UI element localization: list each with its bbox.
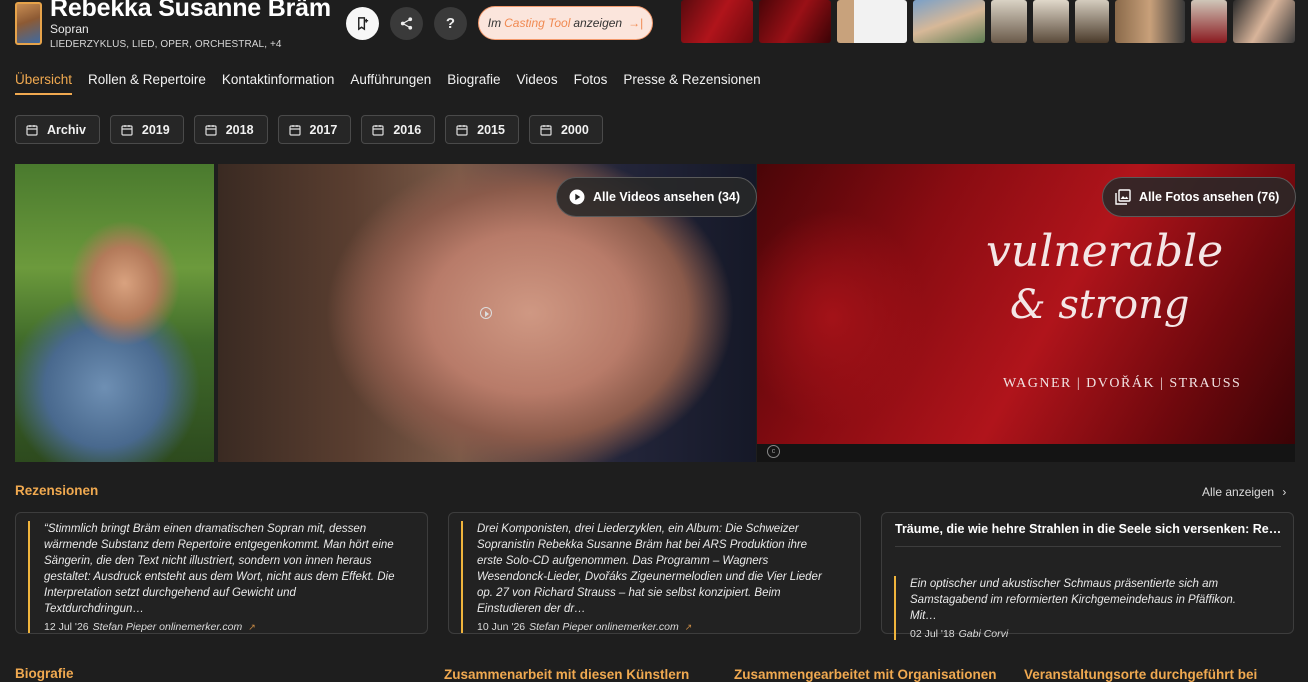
artist-name: Rebekka Susanne Bräm xyxy=(50,0,331,22)
year-chip-label: 2018 xyxy=(225,122,254,137)
tab-presse-rezensionen[interactable]: Presse & Rezensionen xyxy=(623,72,760,95)
year-chip-label: 2017 xyxy=(309,122,338,137)
reviews-title: Rezensionen xyxy=(15,483,99,498)
review-title: Träume, die wie hehre Strahlen in die Se… xyxy=(895,522,1282,536)
tab-fotos[interactable]: Fotos xyxy=(574,72,608,95)
year-chip-label: 2000 xyxy=(560,122,589,137)
chevron-right-icon: › xyxy=(1282,485,1287,499)
artist-header: Rebekka Susanne Bräm Sopran LIEDERZYKLUS… xyxy=(0,0,1308,58)
year-chip-2017[interactable]: 2017 xyxy=(277,115,352,144)
calendar-icon xyxy=(26,124,38,136)
section-tabs: Übersicht Rollen & Repertoire Kontaktinf… xyxy=(15,72,761,95)
calendar-icon xyxy=(288,124,301,136)
calendar-icon xyxy=(205,124,217,136)
casting-post: anzeigen xyxy=(573,16,623,30)
review-meta: 10 Jun '26 Stefan Pieper onlinemerker.com… xyxy=(477,621,831,633)
review-text: “Stimmlich bringt Bräm einen dramatische… xyxy=(44,523,395,615)
bookmark-button[interactable] xyxy=(346,7,379,40)
photo-library-icon xyxy=(1115,189,1131,205)
biografie-heading: Biografie xyxy=(15,666,74,681)
review-card-2[interactable]: Drei Komponisten, drei Liederzyklen, ein… xyxy=(448,512,861,634)
cd-title-line2: & strong xyxy=(1010,282,1190,328)
external-link-icon[interactable]: ↗ xyxy=(685,622,693,632)
review-quote: Drei Komponisten, drei Liederzyklen, ein… xyxy=(461,521,831,633)
share-icon xyxy=(400,17,413,30)
tab-videos[interactable]: Videos xyxy=(517,72,558,95)
divider xyxy=(895,546,1281,547)
calendar-icon xyxy=(540,124,552,136)
review-date: 12 Jul '26 xyxy=(44,621,89,633)
thumbnail-3[interactable] xyxy=(837,0,907,43)
year-chip-archiv[interactable]: Archiv xyxy=(15,115,100,144)
all-videos-label: Alle Videos ansehen (34) xyxy=(593,190,741,204)
collaborators-heading: Zusammenarbeit mit diesen Künstlern xyxy=(444,667,690,682)
play-circle-icon xyxy=(569,189,585,205)
casting-highlight: Casting Tool xyxy=(504,16,571,30)
review-quote: “Stimmlich bringt Bräm einen dramatische… xyxy=(28,521,398,633)
bookmark-add-icon xyxy=(358,17,369,31)
casting-pre: Im xyxy=(487,16,502,30)
cd-composers: WAGNER | DVOŘÁK | STRAUSS xyxy=(1003,376,1242,391)
year-chip-2015[interactable]: 2015 xyxy=(445,115,519,144)
review-text: Ein optischer und akustischer Schmaus pr… xyxy=(910,578,1237,622)
avatar[interactable] xyxy=(15,2,42,45)
review-card-1[interactable]: “Stimmlich bringt Bräm einen dramatische… xyxy=(15,512,428,634)
all-videos-button[interactable]: Alle Videos ansehen (34) xyxy=(556,177,758,217)
help-button[interactable]: ? xyxy=(434,7,467,40)
genre-list: LIEDERZYKLUS, LIED, OPER, ORCHESTRAL, +4 xyxy=(50,39,282,50)
all-photos-button[interactable]: Alle Fotos ansehen (76) xyxy=(1102,177,1297,217)
calendar-icon xyxy=(456,124,468,136)
review-author: Gabi Corvi xyxy=(958,628,1009,640)
thumbnail-9[interactable] xyxy=(1191,0,1227,43)
show-all-reviews-link[interactable]: Alle anzeigen › xyxy=(1202,485,1286,499)
external-link-icon[interactable]: ↗ xyxy=(248,622,256,632)
year-chip-2000[interactable]: 2000 xyxy=(528,115,603,144)
cd-caption-bar xyxy=(757,444,1295,462)
review-author: Stefan Pieper onlinemerker.com xyxy=(529,621,679,633)
thumbnail-5[interactable] xyxy=(991,0,1027,43)
year-chip-2016[interactable]: 2016 xyxy=(361,115,436,144)
cd-title-line1: vulnerable xyxy=(986,226,1224,277)
year-chip-2019[interactable]: 2019 xyxy=(109,115,184,144)
year-chip-label: 2015 xyxy=(477,122,505,137)
thumbnail-2[interactable] xyxy=(759,0,831,43)
calendar-icon xyxy=(372,124,384,136)
review-date: 10 Jun '26 xyxy=(477,621,526,633)
review-meta: 02 Jul '18 Gabi Corvi xyxy=(910,628,1264,640)
tab-uebersicht[interactable]: Übersicht xyxy=(15,72,73,95)
thumbnail-7[interactable] xyxy=(1075,0,1109,43)
review-meta: 12 Jul '26 Stefan Pieper onlinemerker.com… xyxy=(44,621,398,633)
year-filter: Archiv 2019 2018 2017 2016 2015 2000 xyxy=(15,115,603,144)
play-icon[interactable] xyxy=(480,307,492,319)
share-button[interactable] xyxy=(390,7,423,40)
all-photos-label: Alle Fotos ansehen (76) xyxy=(1139,190,1280,204)
copyright-icon: c xyxy=(767,445,780,458)
year-chip-label: Archiv xyxy=(47,122,86,137)
venues-heading: Veranstaltungsorte durchgeführt bei xyxy=(1024,667,1258,682)
thumbnail-4[interactable] xyxy=(913,0,985,43)
review-date: 02 Jul '18 xyxy=(910,628,955,640)
thumbnail-6[interactable] xyxy=(1033,0,1069,43)
casting-tool-button[interactable]: Im Casting Tool anzeigen →| xyxy=(478,6,653,40)
voice-type: Sopran xyxy=(50,22,89,36)
year-chip-label: 2016 xyxy=(393,122,422,137)
organizations-heading: Zusammengearbeitet mit Organisationen xyxy=(734,667,997,682)
year-chip-2018[interactable]: 2018 xyxy=(193,115,268,144)
thumbnail-1[interactable] xyxy=(681,0,753,43)
tab-kontaktinformation[interactable]: Kontaktinformation xyxy=(222,72,335,95)
tab-biografie[interactable]: Biografie xyxy=(447,72,500,95)
review-text: Drei Komponisten, drei Liederzyklen, ein… xyxy=(477,523,822,615)
tab-rollen-repertoire[interactable]: Rollen & Repertoire xyxy=(88,72,206,95)
thumbnail-10[interactable] xyxy=(1233,0,1295,43)
arrow-right-icon: →| xyxy=(628,16,644,30)
review-quote: Ein optischer und akustischer Schmaus pr… xyxy=(894,576,1264,640)
portrait-photo[interactable] xyxy=(15,164,214,462)
calendar-icon xyxy=(121,124,133,136)
year-chip-label: 2019 xyxy=(141,122,170,137)
tab-auffuehrungen[interactable]: Aufführungen xyxy=(350,72,431,95)
review-card-3[interactable]: Träume, die wie hehre Strahlen in die Se… xyxy=(881,512,1294,640)
show-all-label: Alle anzeigen xyxy=(1202,485,1275,499)
review-author: Stefan Pieper onlinemerker.com xyxy=(92,621,243,633)
thumbnail-8[interactable] xyxy=(1115,0,1185,43)
